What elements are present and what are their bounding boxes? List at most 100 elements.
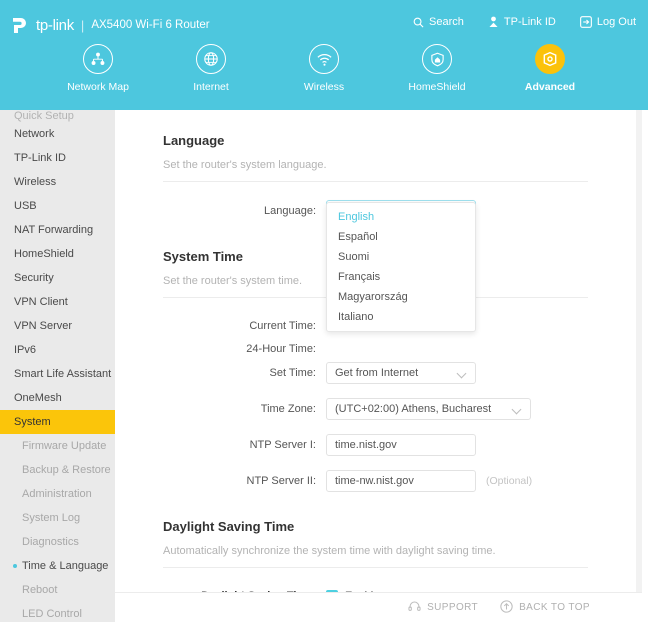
time-zone-select[interactable]: (UTC+02:00) Athens, Bucharest <box>326 398 531 420</box>
option-label: Magyarország <box>338 291 408 303</box>
main-navigation: Network Map Internet Wireless HomeShield… <box>0 44 648 93</box>
page-body: Quick Setup Network TP-Link ID Wireless … <box>0 110 648 622</box>
ntp2-value: time-nw.nist.gov <box>335 475 414 487</box>
nav-tab-homeshield-wrap: HomeShield <box>401 44 473 93</box>
set-time-label: Set Time: <box>269 367 316 379</box>
nav-tab-label: Network Map <box>67 81 129 93</box>
sidebar-subitem-label: LED Control <box>22 608 82 620</box>
nav-tab-label: HomeShield <box>408 81 466 93</box>
nav-tab-wireless[interactable]: Wireless <box>288 44 360 93</box>
language-option-suomi[interactable]: Suomi <box>327 247 475 267</box>
router-admin-page: tp-link | AX5400 Wi-Fi 6 Router Search T… <box>0 0 648 622</box>
nav-tab-internet[interactable]: Internet <box>175 44 247 93</box>
ntp1-label: NTP Server I: <box>249 439 316 451</box>
globe-icon <box>196 44 226 74</box>
search-button[interactable]: Search <box>413 16 464 28</box>
sidebar-item-security[interactable]: Security <box>0 266 115 290</box>
nav-tab-network-map-wrap: Network Map <box>62 44 134 93</box>
ntp1-input[interactable]: time.nist.gov <box>326 434 476 456</box>
sidebar-item-ipv6[interactable]: IPv6 <box>0 338 115 362</box>
sidebar-item-onemesh[interactable]: OneMesh <box>0 386 115 410</box>
sidebar-item-smart-life-assistant[interactable]: Smart Life Assistant <box>0 362 115 386</box>
sidebar-subitem-label: Backup & Restore <box>22 464 111 476</box>
nav-tab-advanced[interactable]: Advanced <box>514 44 586 93</box>
section-divider <box>163 181 588 182</box>
sidebar-subitem-label: System Log <box>22 512 81 524</box>
log-out-button[interactable]: Log Out <box>579 16 636 28</box>
sidebar-subitem-backup-restore[interactable]: Backup & Restore <box>0 458 115 482</box>
sidebar-item-system[interactable]: System <box>0 410 115 434</box>
language-option-espanol[interactable]: Español <box>327 227 475 247</box>
sidebar-item-label: Quick Setup <box>14 110 74 122</box>
sidebar-item-vpn-client[interactable]: VPN Client <box>0 290 115 314</box>
nav-tab-homeshield[interactable]: HomeShield <box>401 44 473 93</box>
option-label: Italiano <box>338 311 374 323</box>
back-to-top-button[interactable]: BACK TO TOP <box>500 599 590 616</box>
set-time-value: Get from Internet <box>335 367 419 379</box>
language-option-italiano[interactable]: Italiano <box>327 307 475 327</box>
sidebar-subitem-label: Diagnostics <box>22 536 79 548</box>
nav-tab-label: Wireless <box>303 81 345 93</box>
nav-tab-label: Advanced <box>524 81 576 93</box>
option-label: English <box>338 211 375 223</box>
sidebar-subitem-label: Time & Language <box>22 560 109 572</box>
set-time-select[interactable]: Get from Internet <box>326 362 476 384</box>
option-label: Suomi <box>338 251 370 263</box>
sidebar-item-network[interactable]: Network <box>0 122 115 146</box>
tplink-id-button[interactable]: TP-Link ID <box>488 16 556 28</box>
tp-link-logo-icon <box>10 14 32 36</box>
sidebar-item-vpn-server[interactable]: VPN Server <box>0 314 115 338</box>
sidebar-item-homeshield[interactable]: HomeShield <box>0 242 115 266</box>
current-time-label: Current Time: <box>249 320 316 332</box>
sidebar-item-wireless[interactable]: Wireless <box>0 170 115 194</box>
header-actions: Search TP-Link ID Log Out <box>413 16 636 28</box>
nav-tab-advanced-wrap: Advanced <box>514 44 586 93</box>
language-option-english[interactable]: English <box>327 207 475 227</box>
ntp1-value: time.nist.gov <box>335 439 397 451</box>
sidebar-item-label: HomeShield <box>14 248 74 260</box>
nav-tab-network-map[interactable]: Network Map <box>62 44 134 93</box>
ntp2-optional-hint: (Optional) <box>486 475 533 487</box>
ntp1-row: NTP Server I: time.nist.gov <box>163 434 588 456</box>
sidebar-item-label: VPN Server <box>14 320 73 332</box>
sidebar-subitem-reboot[interactable]: Reboot <box>0 578 115 602</box>
sidebar-subitem-firmware-update[interactable]: Firmware Update <box>0 434 115 458</box>
sidebar-item-label: Security <box>14 272 54 284</box>
content-scrollbar[interactable] <box>636 110 642 622</box>
gear-icon <box>535 44 565 74</box>
sidebar-item-usb[interactable]: USB <box>0 194 115 218</box>
ntp2-label: NTP Server II: <box>246 475 316 487</box>
sidebar-subitem-time-language[interactable]: Time & Language <box>0 554 115 578</box>
brand-name: tp-link <box>36 16 74 34</box>
sidebar-item-label: Network <box>14 128 55 140</box>
sidebar-item-label: NAT Forwarding <box>14 224 94 236</box>
support-button[interactable]: SUPPORT <box>408 600 478 616</box>
page-header: tp-link | AX5400 Wi-Fi 6 Router Search T… <box>0 0 648 110</box>
hour-format-label: 24-Hour Time: <box>246 343 316 355</box>
language-option-magyarorszag[interactable]: Magyarország <box>327 287 475 307</box>
ntp2-input[interactable]: time-nw.nist.gov <box>326 470 476 492</box>
sidebar-subitem-administration[interactable]: Administration <box>0 482 115 506</box>
language-option-francais[interactable]: Français <box>327 267 475 287</box>
nav-tab-label: Internet <box>193 81 229 93</box>
sidebar-item-label: IPv6 <box>14 344 37 356</box>
sidebar-item-tp-link-id[interactable]: TP-Link ID <box>0 146 115 170</box>
ntp2-row: NTP Server II: time-nw.nist.gov (Optiona… <box>163 470 588 492</box>
network-map-icon <box>83 44 113 74</box>
language-field-label: Language: <box>264 205 316 217</box>
sidebar-item-nat-forwarding[interactable]: NAT Forwarding <box>0 218 115 242</box>
sidebar: Quick Setup Network TP-Link ID Wireless … <box>0 110 115 622</box>
tplink-id-label: TP-Link ID <box>503 16 556 28</box>
sidebar-subitem-led-control[interactable]: LED Control <box>0 602 115 622</box>
sidebar-item-quick-setup[interactable]: Quick Setup <box>0 110 115 122</box>
content-panel: Language Set the router's system languag… <box>115 110 642 622</box>
sidebar-subitem-system-log[interactable]: System Log <box>0 506 115 530</box>
chevron-down-icon <box>458 369 467 378</box>
language-dropdown-menu[interactable]: English Español Suomi Français Magyarors… <box>326 202 476 332</box>
sidebar-subitem-diagnostics[interactable]: Diagnostics <box>0 530 115 554</box>
nav-tab-wireless-wrap: Wireless <box>288 44 360 93</box>
log-out-label: Log Out <box>596 16 636 28</box>
section-divider <box>163 567 588 568</box>
wifi-icon <box>309 44 339 74</box>
section-description: Automatically synchronize the system tim… <box>163 545 496 557</box>
